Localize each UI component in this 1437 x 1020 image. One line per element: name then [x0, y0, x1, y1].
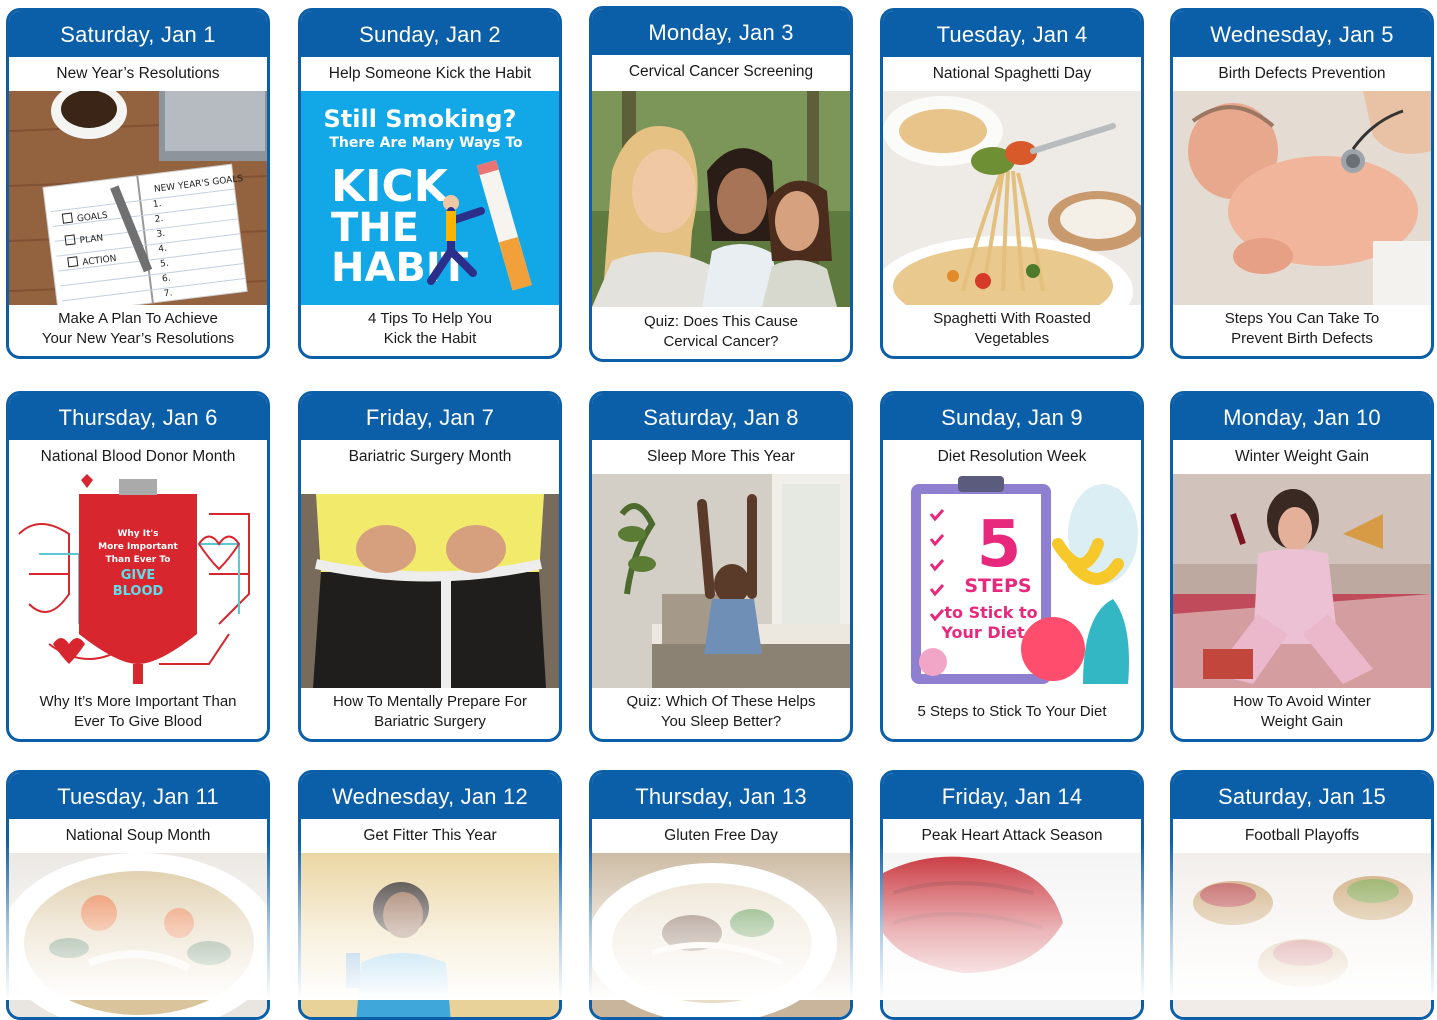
card-topic: Football Playoffs: [1244, 827, 1360, 844]
card-date: Tuesday, Jan 4: [883, 11, 1141, 57]
card-image: [883, 853, 1141, 1017]
card-image: [592, 91, 850, 307]
card-image: [301, 853, 559, 1017]
calendar-card-jan-3[interactable]: Monday, Jan 3 Cervical Cancer Screening …: [589, 6, 853, 362]
card-caption: 5 Steps to Stick To Your Diet: [917, 703, 1107, 720]
card-image: [592, 474, 850, 688]
calendar-card-jan-11[interactable]: Tuesday, Jan 11 National Soup Month: [6, 770, 270, 1020]
svg-text:STEPS: STEPS: [964, 575, 1031, 597]
svg-text:6.: 6.: [161, 274, 171, 285]
svg-text:5.: 5.: [160, 259, 170, 270]
calendar-card-jan-8[interactable]: Saturday, Jan 8 Sleep More This Year Qui…: [589, 391, 853, 742]
calendar-card-jan-10[interactable]: Monday, Jan 10 Winter Weight Gain How To…: [1170, 391, 1434, 742]
card-topic: Sleep More This Year: [647, 448, 795, 465]
card-date: Sunday, Jan 9: [883, 394, 1141, 440]
card-date: Saturday, Jan 8: [592, 394, 850, 440]
card-date: Tuesday, Jan 11: [9, 773, 267, 819]
card-caption: 4 Tips To Help You Kick the Habit: [368, 310, 492, 347]
card-image: [592, 853, 850, 1017]
svg-text:5: 5: [977, 508, 1022, 582]
card-image: [9, 853, 267, 1017]
svg-text:Still Smoking?: Still Smoking?: [324, 105, 517, 133]
svg-text:BLOOD: BLOOD: [113, 584, 164, 599]
card-caption: Quiz: Does This Cause Cervical Cancer?: [644, 313, 798, 350]
calendar-card-jan-5[interactable]: Wednesday, Jan 5 Birth Defects Preventio…: [1170, 8, 1434, 359]
card-image: [1173, 91, 1431, 305]
card-topic: Cervical Cancer Screening: [628, 63, 814, 80]
card-image: [301, 494, 559, 688]
svg-text:Why It's: Why It's: [117, 529, 158, 539]
calendar-card-jan-13[interactable]: Thursday, Jan 13 Gluten Free Day: [589, 770, 853, 1020]
card-image: Still Smoking? There Are Many Ways To KI…: [301, 91, 559, 305]
svg-text:2.: 2.: [154, 214, 164, 225]
card-topic: Help Someone Kick the Habit: [328, 65, 532, 82]
calendar-card-jan-7[interactable]: Friday, Jan 7 Bariatric Surgery Month Ho…: [298, 391, 562, 742]
calendar-card-jan-9[interactable]: Sunday, Jan 9 Diet Resolution Week 5 STE…: [880, 391, 1144, 742]
card-date: Wednesday, Jan 12: [301, 773, 559, 819]
card-image: [1173, 853, 1431, 1017]
calendar-card-jan-14[interactable]: Friday, Jan 14 Peak Heart Attack Season: [880, 770, 1144, 1020]
card-date: Monday, Jan 10: [1173, 394, 1431, 440]
card-image: 5 STEPS to Stick to Your Diet: [883, 474, 1141, 688]
svg-text:7.: 7.: [163, 288, 173, 299]
card-date: Friday, Jan 7: [301, 394, 559, 440]
card-date: Thursday, Jan 13: [592, 773, 850, 819]
card-topic: Gluten Free Day: [664, 827, 778, 844]
card-caption: Steps You Can Take To Prevent Birth Defec…: [1224, 310, 1380, 347]
calendar-card-jan-15[interactable]: Saturday, Jan 15 Football Playoffs: [1170, 770, 1434, 1020]
card-caption: Quiz: Which Of These Helps You Sleep Bett…: [626, 693, 816, 730]
svg-text:4.: 4.: [158, 244, 168, 255]
card-image: [1173, 474, 1431, 688]
card-date: Thursday, Jan 6: [9, 394, 267, 440]
svg-text:More Important: More Important: [98, 542, 178, 552]
svg-text:There Are Many Ways To: There Are Many Ways To: [329, 135, 523, 151]
svg-text:1.: 1.: [152, 199, 162, 210]
card-image: Why It's More Important Than Ever To GIV…: [9, 474, 267, 688]
calendar-card-jan-2[interactable]: Sunday, Jan 2 Help Someone Kick the Habi…: [298, 8, 562, 359]
card-topic: Peak Heart Attack Season: [921, 827, 1103, 844]
card-image: NEW YEAR'S GOALS GOALS PLAN ACTION 1. 2.…: [9, 91, 267, 305]
card-caption: Why It’s More Important Than Ever To Give…: [39, 693, 237, 730]
card-topic: Bariatric Surgery Month: [348, 448, 512, 465]
card-date: Monday, Jan 3: [592, 9, 850, 55]
card-topic: Get Fitter This Year: [363, 827, 497, 844]
card-caption: How To Mentally Prepare For Bariatric Sur…: [333, 693, 527, 730]
card-topic: National Soup Month: [65, 827, 211, 844]
card-topic: National Blood Donor Month: [40, 448, 236, 465]
card-date: Friday, Jan 14: [883, 773, 1141, 819]
calendar-card-jan-4[interactable]: Tuesday, Jan 4 National Spaghetti Day Sp…: [880, 8, 1144, 359]
card-date: Sunday, Jan 2: [301, 11, 559, 57]
card-caption: Spaghetti With Roasted Vegetables: [933, 310, 1091, 347]
calendar-card-jan-12[interactable]: Wednesday, Jan 12 Get Fitter This Year: [298, 770, 562, 1020]
calendar-card-jan-1[interactable]: Saturday, Jan 1 New Year’s Resolutions N…: [6, 8, 270, 359]
card-date: Saturday, Jan 1: [9, 11, 267, 57]
card-topic: New Year’s Resolutions: [56, 65, 220, 82]
svg-text:Your Diet: Your Diet: [940, 623, 1025, 642]
svg-text:Than Ever To: Than Ever To: [106, 555, 171, 565]
svg-text:to Stick to: to Stick to: [944, 603, 1037, 622]
card-topic: National Spaghetti Day: [932, 65, 1092, 82]
svg-text:3.: 3.: [156, 229, 166, 240]
card-topic: Diet Resolution Week: [937, 448, 1087, 465]
card-date: Wednesday, Jan 5: [1173, 11, 1431, 57]
card-topic: Birth Defects Prevention: [1218, 65, 1386, 82]
card-caption: How To Avoid Winter Weight Gain: [1233, 693, 1371, 730]
card-image: [883, 91, 1141, 305]
card-topic: Winter Weight Gain: [1234, 448, 1370, 465]
card-caption: Make A Plan To Achieve Your New Year’s Re…: [41, 310, 235, 347]
svg-text:GIVE: GIVE: [121, 568, 155, 583]
card-date: Saturday, Jan 15: [1173, 773, 1431, 819]
calendar-card-jan-6[interactable]: Thursday, Jan 6 National Blood Donor Mon…: [6, 391, 270, 742]
